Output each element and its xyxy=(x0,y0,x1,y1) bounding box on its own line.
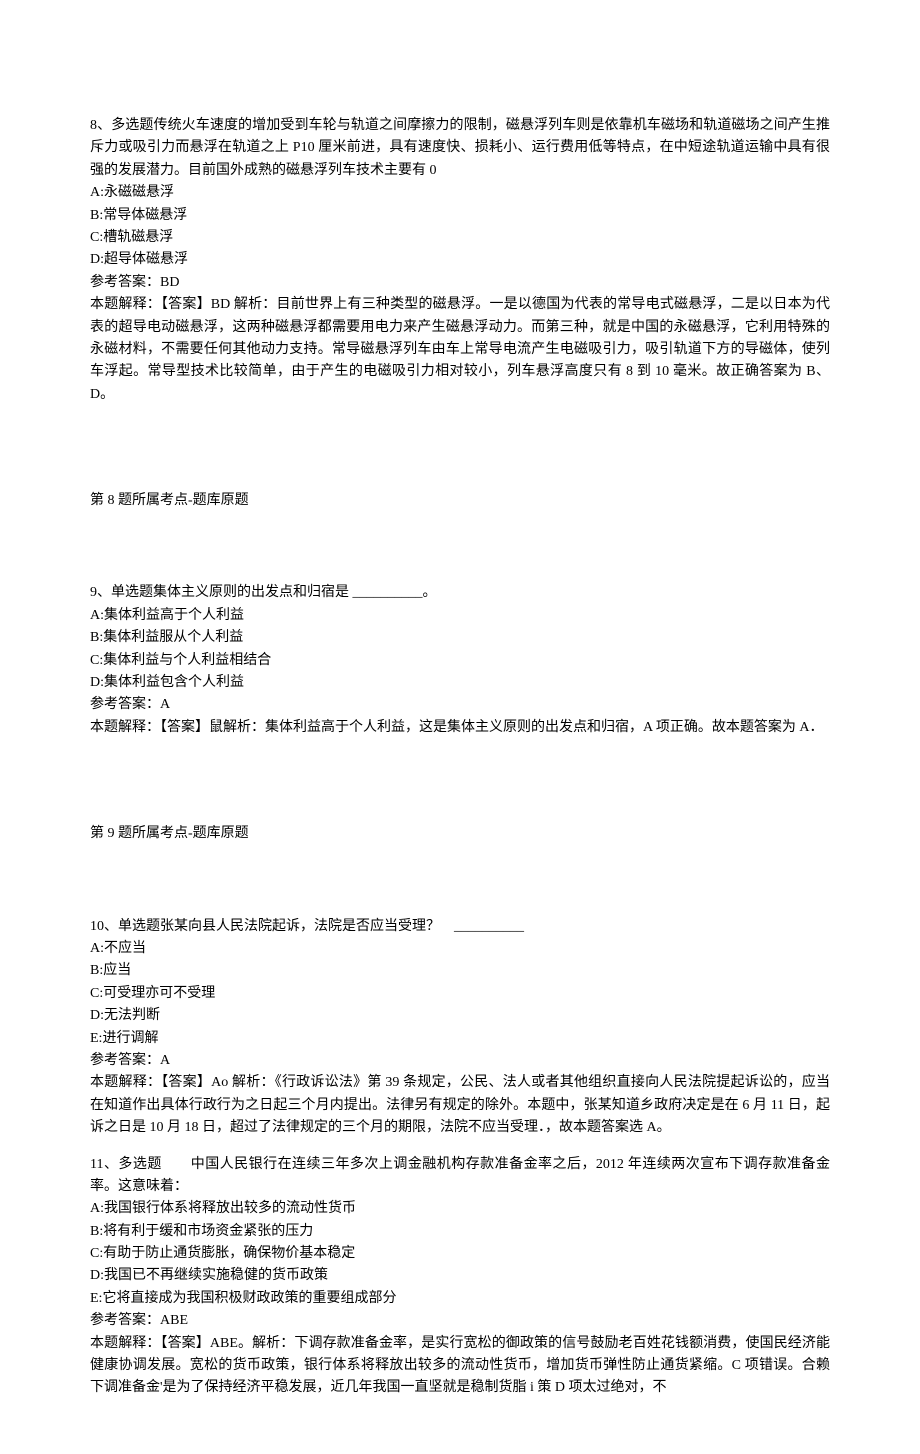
spacer xyxy=(90,846,830,916)
q11-option-c: C:有助于防止通货膨胀，确保物价基本稳定 xyxy=(90,1243,830,1265)
q9-option-a: A:集体利益高于个人利益 xyxy=(90,605,830,627)
q11-option-b: B:将有利于缓和市场资金紧张的压力 xyxy=(90,1221,830,1243)
q9-explanation: 本题解释：【答案】鼠解析：集体利益高于个人利益，这是集体主义原则的出发点和归宿，… xyxy=(90,717,830,739)
spacer xyxy=(90,420,830,490)
q8-option-a: A:永磁磁悬浮 xyxy=(90,182,830,204)
q10-option-a: A:不应当 xyxy=(90,938,830,960)
q10-option-e: E:进行调解 xyxy=(90,1028,830,1050)
q11-stem: 11、多选题 中国人民银行在连续三年多次上调金融机构存款准备金率之后，2012 … xyxy=(90,1154,830,1199)
q10-stem: 10、单选题张某向县人民法院起诉，法院是否应当受理？ __________ xyxy=(90,916,830,938)
q8-option-c: C:槽轨磁悬浮 xyxy=(90,227,830,249)
q8-answer-label: 参考答案：BD xyxy=(90,272,830,294)
q11-answer-label: 参考答案：ABE xyxy=(90,1310,830,1332)
q10-explanation: 本题解释：【答案】Ao 解析：《行政诉讼法》第 39 条规定，公民、法人或者其他… xyxy=(90,1072,830,1139)
q11-explanation: 本题解释：【答案】ABE。解析：下调存款准备金率，是实行宽松的御政策的信号鼓励老… xyxy=(90,1333,830,1400)
q10-option-d: D:无法判断 xyxy=(90,1005,830,1027)
q8-stem: 8、多选题传统火车速度的增加受到车轮与轨道之间摩擦力的限制，磁悬浮列车则是依靠机… xyxy=(90,115,830,182)
q9-stem: 9、单选题集体主义原则的出发点和归宿是 __________。 xyxy=(90,582,830,604)
q8-explanation: 本题解释：【答案】BD 解析：目前世界上有三种类型的磁悬浮。一是以德国为代表的常… xyxy=(90,294,830,406)
q8-option-b: B:常导体磁悬浮 xyxy=(90,205,830,227)
spacer xyxy=(90,753,830,823)
q9-answer-label: 参考答案：A xyxy=(90,694,830,716)
q10-option-b: B:应当 xyxy=(90,960,830,982)
question-8: 8、多选题传统火车速度的增加受到车轮与轨道之间摩擦力的限制，磁悬浮列车则是依靠机… xyxy=(90,115,830,406)
q11-option-d: D:我国已不再继续实施稳健的货币政策 xyxy=(90,1265,830,1287)
question-10: 10、单选题张某向县人民法院起诉，法院是否应当受理？ __________ A:… xyxy=(90,916,830,1140)
spacer xyxy=(90,512,830,582)
q11-option-e: E:它将直接成为我国积极财政政策的重要组成部分 xyxy=(90,1288,830,1310)
q8-topic: 第 8 题所属考点-题库原题 xyxy=(90,490,830,512)
q8-option-d: D:超导体磁悬浮 xyxy=(90,249,830,271)
q11-option-a: A:我国银行体系将释放出较多的流动性货币 xyxy=(90,1198,830,1220)
q10-option-c: C:可受理亦可不受理 xyxy=(90,983,830,1005)
q9-option-d: D:集体利益包含个人利益 xyxy=(90,672,830,694)
document-page: 8、多选题传统火车速度的增加受到车轮与轨道之间摩擦力的限制，磁悬浮列车则是依靠机… xyxy=(0,0,920,1454)
q10-answer-label: 参考答案：A xyxy=(90,1050,830,1072)
q9-topic: 第 9 题所属考点-题库原题 xyxy=(90,823,830,845)
q9-option-b: B:集体利益服从个人利益 xyxy=(90,627,830,649)
q9-option-c: C:集体利益与个人利益相结合 xyxy=(90,650,830,672)
question-9: 9、单选题集体主义原则的出发点和归宿是 __________。 A:集体利益高于… xyxy=(90,582,830,739)
question-11: 11、多选题 中国人民银行在连续三年多次上调金融机构存款准备金率之后，2012 … xyxy=(90,1154,830,1400)
